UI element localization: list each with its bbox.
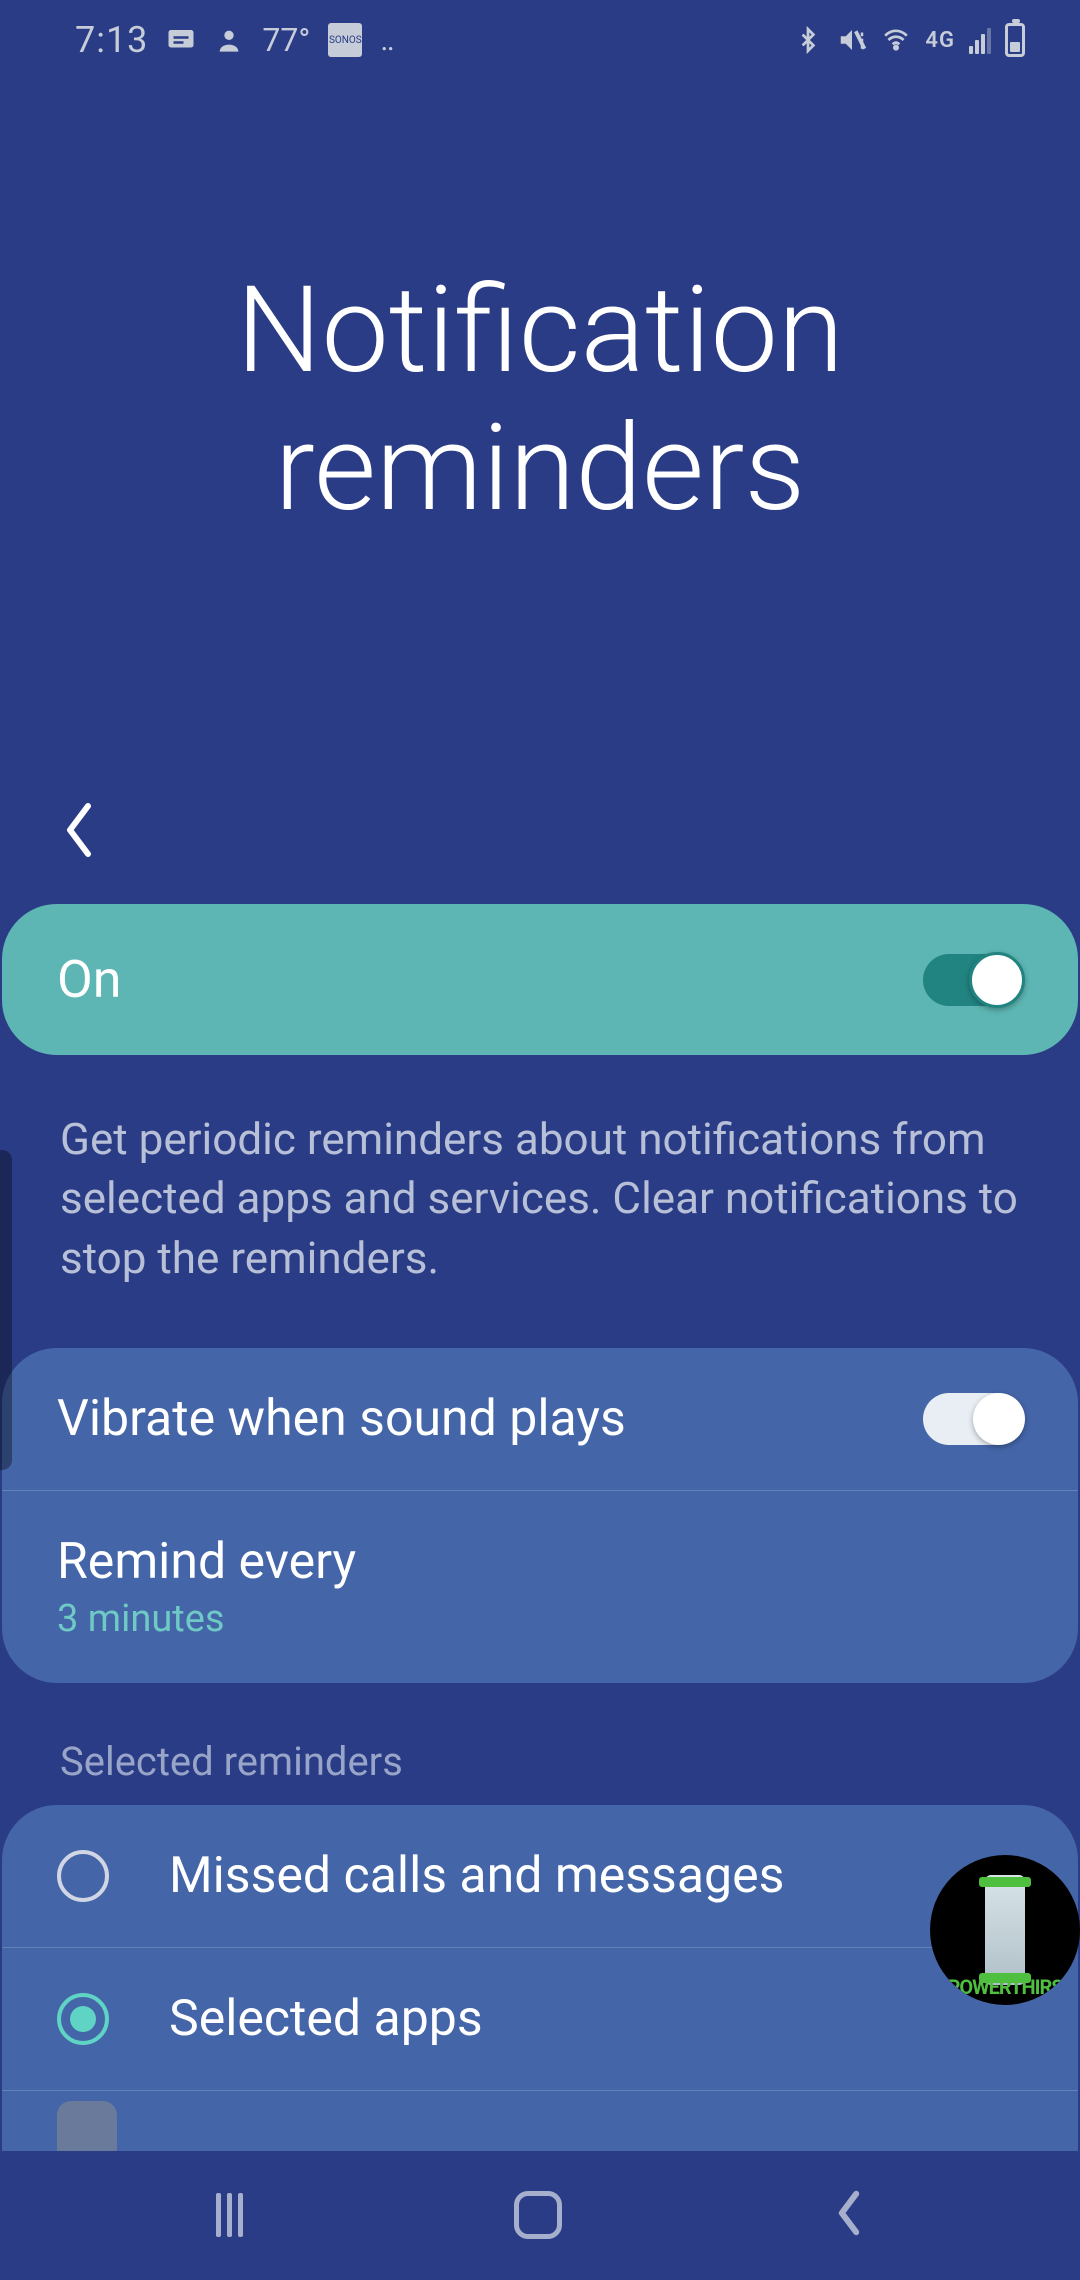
wifi-icon — [881, 25, 911, 55]
settings-group: Vibrate when sound plays Remind every 3 … — [2, 1348, 1078, 1683]
reminder-option-selected-apps[interactable]: Selected apps — [2, 1948, 1078, 2091]
temperature: 77° — [262, 21, 310, 59]
more-dots-icon: ‥ — [380, 23, 398, 58]
vibrate-row[interactable]: Vibrate when sound plays — [2, 1348, 1078, 1491]
master-toggle-label: On — [57, 949, 122, 1010]
battery-icon — [1005, 23, 1025, 57]
reminders-list: Missed calls and messages Selected apps — [2, 1805, 1078, 2151]
clock: 7:13 — [75, 19, 148, 61]
selected-reminders-header: Selected reminders — [0, 1683, 1080, 1805]
sonos-icon: SONOS — [328, 23, 362, 57]
nav-home-button[interactable] — [514, 2191, 562, 2239]
message-icon — [166, 25, 196, 55]
bluetooth-icon — [793, 25, 823, 55]
floating-overlay-bubble[interactable]: POWERTHIRS — [930, 1855, 1080, 2005]
status-left: 7:13 77° SONOS ‥ — [75, 19, 398, 61]
master-toggle-row[interactable]: On — [2, 904, 1078, 1055]
master-toggle-switch[interactable] — [923, 954, 1023, 1006]
navigation-bar — [0, 2150, 1080, 2280]
radio-icon — [57, 1850, 109, 1902]
network-type: 4G — [925, 28, 955, 53]
remind-label: Remind every — [57, 1533, 356, 1591]
description-text: Get periodic reminders about notificatio… — [0, 1055, 1080, 1348]
status-right: 4G — [793, 23, 1025, 57]
edge-panel-handle[interactable] — [0, 1150, 12, 1470]
nav-back-button[interactable] — [834, 2189, 864, 2241]
reminder-option-partial[interactable] — [2, 2091, 1078, 2151]
app-icon — [57, 2101, 117, 2151]
remind-value: 3 minutes — [57, 1597, 356, 1641]
status-bar: 7:13 77° SONOS ‥ 4G — [0, 0, 1080, 80]
mute-vibrate-icon — [837, 25, 867, 55]
overlay-text: POWERTHIRS — [947, 1975, 1062, 1999]
back-icon[interactable] — [60, 845, 98, 864]
vibrate-label: Vibrate when sound plays — [57, 1390, 626, 1448]
remind-interval-row[interactable]: Remind every 3 minutes — [2, 1491, 1078, 1683]
reminder-option-label: Selected apps — [169, 1990, 483, 2048]
radio-icon — [57, 1993, 109, 2045]
person-icon — [214, 25, 244, 55]
back-row — [0, 800, 1080, 904]
signal-icon — [969, 26, 991, 54]
reminder-option-label: Missed calls and messages — [169, 1847, 784, 1905]
page-title: Notification reminders — [0, 262, 1080, 538]
header-area: Notification reminders — [0, 80, 1080, 800]
vibrate-switch[interactable] — [923, 1393, 1023, 1445]
nav-recents-button[interactable] — [216, 2193, 243, 2237]
reminder-option-missed[interactable]: Missed calls and messages — [2, 1805, 1078, 1948]
